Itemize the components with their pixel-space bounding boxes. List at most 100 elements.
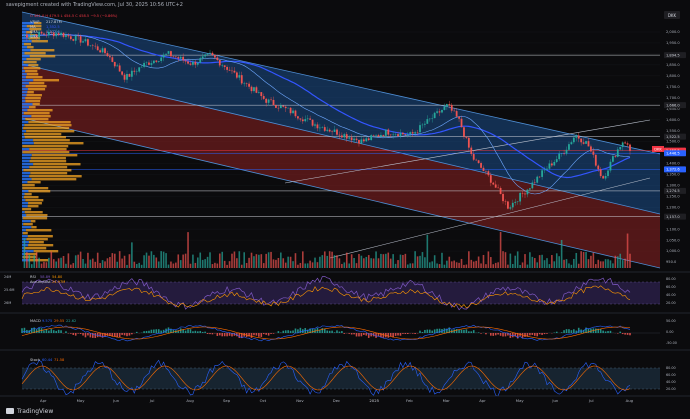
- candle-body: [111, 57, 114, 62]
- macd-hist-bar: [221, 333, 224, 337]
- macd-hist-bar: [616, 333, 619, 334]
- candle-body: [135, 71, 138, 73]
- macd-hist-bar: [563, 330, 565, 333]
- profile-bar-blue: [22, 133, 24, 136]
- volume-bar: [302, 251, 304, 268]
- candle-body: [477, 160, 480, 164]
- price-badge: 1,522.5: [666, 135, 680, 139]
- volume-bar: [355, 263, 358, 268]
- candle-body: [514, 201, 517, 203]
- candle-body: [358, 139, 360, 144]
- volume-bar: [319, 256, 321, 268]
- candle-body: [489, 175, 492, 183]
- volume-bar: [560, 239, 563, 268]
- time-tick: Sep: [223, 398, 231, 403]
- macd-hist-bar: [543, 333, 546, 335]
- volume-bar: [624, 258, 626, 268]
- volume-bar: [514, 255, 517, 268]
- macd-hist-bar: [524, 333, 526, 337]
- volume-bar: [55, 261, 57, 268]
- macd-hist-bar: [363, 333, 365, 335]
- candle-body: [148, 62, 150, 65]
- profile-bar-orange: [22, 151, 70, 154]
- volume-bar: [40, 263, 43, 268]
- candle-body: [531, 182, 534, 189]
- profile-bar-orange: [27, 109, 53, 112]
- candle-body: [582, 142, 585, 144]
- candle-body: [372, 135, 375, 136]
- time-tick: Nov: [296, 398, 304, 403]
- candle-body: [294, 110, 297, 117]
- macd-value-2: 29.55: [54, 319, 64, 323]
- candle-body: [23, 34, 26, 36]
- candle-body: [211, 52, 214, 55]
- macd-hist-bar: [321, 328, 324, 333]
- volume-bar: [590, 255, 592, 268]
- volume-bar: [453, 260, 455, 268]
- volume-bar: [43, 261, 45, 268]
- candle-body: [504, 201, 507, 202]
- price-tick: 1,750.0: [666, 85, 680, 89]
- macd-hist-bar: [480, 333, 482, 334]
- macd-hist-bar: [560, 332, 563, 333]
- profile-bar-orange: [29, 106, 36, 109]
- profile-bar-orange: [29, 166, 68, 169]
- candle-body: [123, 74, 126, 80]
- chart-canvas[interactable]: O 461.0 H 479.5 L 454.5 C 458.5 −9.5 (−0…: [0, 0, 690, 406]
- candle-body: [79, 36, 82, 43]
- candle-body: [179, 56, 182, 59]
- macd-hist-bar: [602, 330, 604, 333]
- time-tick: Jul: [149, 398, 155, 403]
- candle-body: [450, 104, 453, 111]
- candle-body: [411, 132, 414, 134]
- macd-hist-bar: [55, 330, 57, 333]
- volume-bar: [406, 264, 409, 268]
- candle-body: [602, 176, 605, 179]
- volume-bar: [187, 232, 189, 268]
- macd-hist-bar: [238, 333, 241, 339]
- candle-body: [309, 118, 312, 120]
- profile-bar-orange: [23, 196, 39, 199]
- candle-body: [194, 61, 197, 65]
- price-tick: 1,600.0: [666, 118, 680, 122]
- candle-body: [590, 146, 592, 152]
- macd-hist-bar: [494, 333, 497, 336]
- volume-bar: [209, 252, 211, 268]
- candle-body: [311, 119, 314, 126]
- macd-hist-bar: [289, 330, 292, 333]
- volume-bar: [50, 251, 53, 268]
- profile-bar-blue: [22, 235, 28, 238]
- profile-bar-blue: [22, 220, 31, 223]
- volume-bar: [614, 255, 617, 268]
- profile-bar-blue: [22, 46, 28, 49]
- candle-body: [326, 129, 329, 131]
- macd-value-1: 9.575: [42, 319, 52, 323]
- symbol-badge[interactable]: DKK: [668, 13, 677, 18]
- candle-body: [536, 176, 539, 183]
- macd-hist-bar: [157, 329, 160, 333]
- macd-hist-bar: [84, 333, 87, 338]
- volume-bar: [494, 262, 497, 268]
- macd-hist-bar: [502, 333, 504, 337]
- macd-hist-bar: [30, 327, 33, 333]
- volume-bar: [84, 263, 87, 268]
- candle-body: [472, 154, 475, 160]
- profile-bar-blue: [22, 217, 23, 220]
- candle-body: [104, 48, 106, 54]
- volume-bar: [272, 259, 275, 268]
- volume-bar: [616, 256, 619, 268]
- profile-bar-orange: [30, 172, 68, 175]
- candle-body: [370, 135, 373, 141]
- volume-bar: [135, 264, 138, 268]
- stoch-tick: 80.00: [666, 366, 676, 370]
- candle-body: [245, 83, 248, 84]
- candle-body: [568, 144, 570, 150]
- volume-bar: [316, 262, 319, 268]
- profile-bar-blue: [22, 136, 25, 139]
- macd-hist-bar: [499, 333, 502, 336]
- volume-bar: [123, 255, 126, 268]
- macd-hist-bar: [211, 333, 214, 335]
- macd-hist-bar: [189, 329, 192, 333]
- macd-hist-bar: [399, 333, 402, 336]
- candle-body: [260, 92, 263, 97]
